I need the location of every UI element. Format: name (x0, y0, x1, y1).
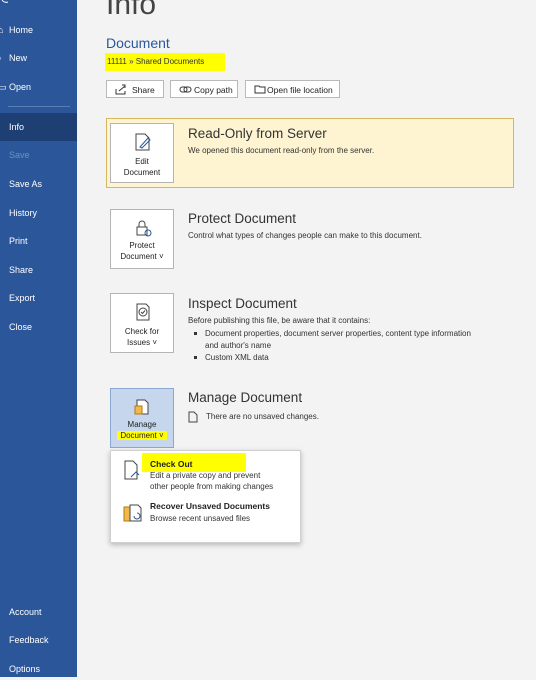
new-doc-icon: ▫ (0, 47, 4, 69)
nav-share-label: Share (9, 265, 34, 275)
edit-document-label-2: Document (123, 168, 161, 177)
check-out-desc-1: Edit a private copy and prevent (150, 471, 261, 480)
edit-document-icon (135, 133, 151, 151)
read-only-desc: We opened this document read-only from t… (188, 146, 375, 155)
nav-account-label: Account (9, 607, 42, 617)
nav-info-label: Info (9, 122, 25, 132)
nav-print[interactable]: Print (0, 230, 77, 252)
nav-close[interactable]: Close (0, 316, 77, 338)
check-out-desc-2: other people from making changes (150, 482, 274, 491)
edit-document-label-1: Edit (135, 157, 149, 166)
bullet-xml-text: Custom XML data (205, 353, 269, 362)
nav-account[interactable]: Account (0, 601, 77, 623)
folder-icon: ▭ (0, 82, 7, 92)
check-for-issues-label-2: Issues ˅ (126, 338, 157, 347)
manage-document-label-1: Manage (127, 420, 157, 429)
protect-document-label-1: Protect (129, 241, 155, 250)
manage-document-title: Manage Document (188, 390, 303, 405)
nav-export[interactable]: Export (0, 287, 77, 309)
nav-new-label: New (9, 53, 28, 63)
nav-save: Save (0, 144, 77, 166)
nav-feedback[interactable]: Feedback (0, 629, 77, 651)
back-arrow-icon[interactable] (0, 0, 12, 8)
document-name: Document (106, 35, 170, 51)
nav-feedback-label: Feedback (9, 635, 49, 645)
check-out-menu-item[interactable]: Check Out Edit a private copy and preven… (111, 453, 300, 493)
protect-document-title: Protect Document (188, 211, 297, 226)
manage-document-icon (134, 399, 149, 415)
nav-history-label: History (9, 208, 38, 218)
nav-save-as[interactable]: Save As (0, 173, 77, 195)
nav-options-label: Options (9, 664, 41, 674)
manage-document-menu: Check Out Edit a private copy and preven… (110, 450, 301, 543)
read-only-title: Read-Only from Server (188, 126, 327, 141)
inspect-bullets: Document properties, document server pro… (188, 328, 471, 364)
share-button-label: Share (132, 85, 155, 95)
copy-path-button-label: Copy path (194, 85, 233, 95)
backstage-sidebar: ⌂ Home ▫ New ▭ Open Info Save Save As Hi… (0, 0, 77, 677)
nav-home-label: Home (9, 25, 34, 35)
check-for-issues-button[interactable]: Check for Issues ˅ (110, 293, 174, 353)
open-file-location-label: Open file location (267, 85, 333, 95)
nav-new[interactable]: ▫ New (0, 47, 77, 69)
manage-document-label-2: Document ˅ (117, 431, 167, 440)
nav-open[interactable]: ▭ Open (0, 76, 77, 98)
bullet-properties-cont: and author's name (205, 341, 272, 350)
bullet-properties: Document properties, document server pro… (188, 328, 471, 340)
manage-document-button[interactable]: Manage Document ˅ (110, 388, 174, 448)
sidebar-divider (8, 106, 70, 107)
nav-share[interactable]: Share (0, 259, 77, 281)
check-out-title: Check Out (150, 459, 193, 469)
nav-print-label: Print (9, 236, 28, 246)
nav-home[interactable]: ⌂ Home (0, 19, 77, 41)
share-button[interactable]: Share (106, 80, 164, 98)
protect-document-label-2: Document ˅ (120, 252, 164, 261)
inspect-document-desc: Before publishing this file, be aware th… (188, 316, 371, 325)
recover-unsaved-desc: Browse recent unsaved files (150, 514, 251, 523)
recover-unsaved-menu-item[interactable]: Recover Unsaved Documents Browse recent … (111, 497, 300, 537)
recover-documents-icon (123, 504, 142, 522)
nav-save-label: Save (9, 150, 30, 160)
check-out-icon (124, 460, 140, 480)
link-icon (179, 86, 192, 93)
share-icon (115, 84, 126, 95)
protect-document-desc: Control what types of changes people can… (188, 231, 422, 240)
page-title: Info (106, 0, 157, 21)
lock-icon (136, 220, 152, 237)
manage-document-desc: There are no unsaved changes. (206, 412, 319, 421)
document-path: 11111 » Shared Documents (105, 53, 225, 71)
copy-path-button[interactable]: Copy path (170, 80, 238, 98)
nav-info[interactable]: Info (0, 113, 77, 141)
nav-history[interactable]: History (0, 202, 77, 224)
folder-open-icon (254, 85, 266, 94)
document-small-icon (188, 411, 198, 423)
nav-export-label: Export (9, 293, 36, 303)
check-for-issues-label-1: Check for (124, 327, 160, 336)
nav-close-label: Close (9, 322, 33, 332)
bullet-properties-text: Document properties, document server pro… (205, 329, 471, 338)
house-icon: ⌂ (0, 25, 4, 35)
open-file-location-button[interactable]: Open file location (245, 80, 340, 98)
inspect-document-title: Inspect Document (188, 296, 297, 311)
inspect-document-icon (136, 303, 150, 321)
nav-save-as-label: Save As (9, 179, 43, 189)
edit-document-button[interactable]: Edit Document (110, 123, 174, 183)
bullet-xml: Custom XML data (188, 352, 471, 364)
recover-unsaved-title: Recover Unsaved Documents (150, 501, 270, 511)
nav-open-label: Open (9, 82, 32, 92)
protect-document-button[interactable]: Protect Document ˅ (110, 209, 174, 269)
